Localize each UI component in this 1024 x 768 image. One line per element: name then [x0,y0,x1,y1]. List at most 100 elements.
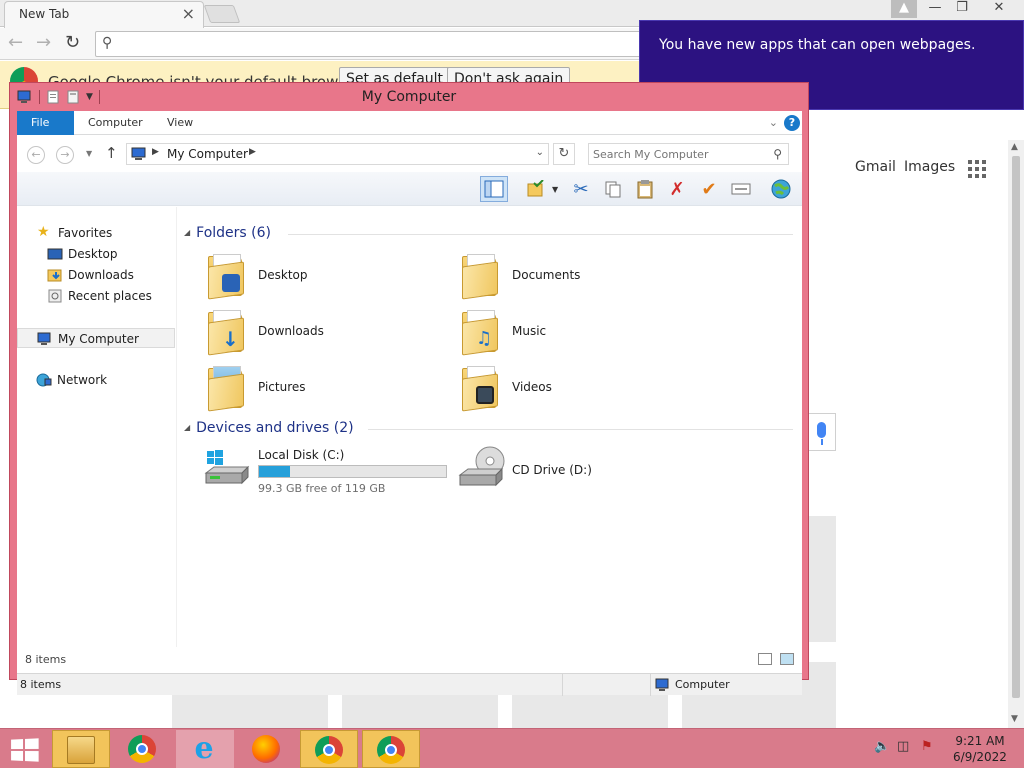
recent-locations-icon[interactable]: ▼ [86,149,92,158]
nav-network[interactable]: Network [17,370,175,390]
search-input[interactable] [593,146,763,162]
tab-view[interactable]: View [153,111,207,135]
gmail-link[interactable]: Gmail [855,159,896,175]
up-arrow-icon[interactable]: ↑ [105,144,118,162]
forward-icon[interactable]: → [56,146,74,164]
scroll-up-icon[interactable]: ▲ [1011,142,1018,152]
nav-downloads-label: Downloads [68,268,134,282]
most-visited-tile[interactable] [808,516,836,642]
forward-arrow-icon[interactable]: → [36,32,51,53]
local-disk-item[interactable]: Local Disk (C:) 99.3 GB free of 119 GB [204,447,454,497]
scroll-down-icon[interactable]: ▼ [1011,714,1018,724]
back-icon[interactable]: ← [27,146,45,164]
folder-item[interactable]: Documents [458,252,708,302]
minimize-button[interactable]: — [922,0,948,18]
taskbar-chrome-window[interactable] [362,730,420,768]
address-bar[interactable]: ▶ My Computer ▶ ⌄ [126,143,549,165]
user-icon[interactable]: ▲ [891,0,917,18]
chrome-icon [377,736,405,764]
chrome-tab[interactable]: New Tab × [4,1,204,28]
folder-item[interactable]: Desktop [204,252,454,302]
help-icon[interactable]: ? [784,115,800,131]
expand-ribbon-icon[interactable]: ⌄ [769,116,778,129]
close-icon[interactable]: × [182,4,195,23]
status-bar: 8 items Computer [17,673,802,696]
copy-button[interactable] [599,176,627,202]
checkmark-icon: ✔ [701,178,717,200]
action-center-icon[interactable]: ⚑ [921,739,933,754]
taskbar: e 🔈 ◫ ⚑ 9:21 AM 6/9/2022 [0,728,1024,768]
taskbar-chrome[interactable] [114,730,172,768]
taskbar-firefox[interactable] [238,730,296,768]
nav-desktop[interactable]: Desktop [17,244,175,264]
folder-check-icon [527,180,544,197]
window-title: My Computer [361,89,457,105]
back-arrow-icon[interactable]: ← [8,32,23,53]
delete-button[interactable]: ✗ [663,176,691,202]
folders-group-label: Folders (6) [196,225,271,241]
system-clock[interactable]: 9:21 AM 6/9/2022 [945,733,1015,765]
nav-favorites[interactable]: ★ Favorites [17,223,175,243]
search-icon: ⚲ [102,35,113,51]
volume-muted-icon[interactable]: 🔈 [874,739,890,754]
windows-logo-icon [11,738,40,762]
drive-free-space: 99.3 GB free of 119 GB [258,482,386,495]
folder-item[interactable]: Pictures [204,364,454,414]
paste-button[interactable] [631,176,659,202]
new-tab-button[interactable] [203,5,241,23]
reload-icon[interactable]: ↻ [65,32,80,53]
nav-recent-label: Recent places [68,289,152,303]
scissors-icon: ✂ [573,178,589,200]
chevron-right-icon[interactable]: ▶ [249,147,256,157]
select-folder-button[interactable] [522,176,550,202]
vertical-scrollbar[interactable]: ▲ ▼ [1008,140,1024,728]
network-tray-icon[interactable]: ◫ [897,739,909,754]
globe-button[interactable] [767,176,795,202]
properties-button[interactable] [727,176,755,202]
chevron-right-icon[interactable]: ▶ [152,147,159,157]
clock-date: 6/9/2022 [953,750,1007,764]
large-icons-view-icon[interactable] [780,653,794,665]
folder-label: Downloads [258,324,324,338]
drives-group-header[interactable]: ◢ Devices and drives (2) [184,420,354,436]
windows-drive-icon [204,450,250,485]
tab-file[interactable]: File [17,111,74,135]
folders-group-header[interactable]: ◢ Folders (6) [184,225,271,241]
details-view-icon[interactable] [758,653,772,665]
nav-recent-places[interactable]: Recent places [17,286,175,306]
collapse-triangle-icon[interactable]: ◢ [184,228,190,237]
refresh-icon[interactable]: ↻ [553,143,575,165]
collapse-triangle-icon[interactable]: ◢ [184,423,190,432]
omnibox[interactable]: ⚲ [95,31,655,57]
close-window-button[interactable]: ✕ [986,0,1012,18]
apps-grid-icon[interactable] [968,160,986,178]
images-link[interactable]: Images [904,159,955,175]
taskbar-file-explorer[interactable] [52,730,110,768]
recent-places-icon [48,289,62,303]
rename-button[interactable]: ✔ [695,176,723,202]
nav-favorites-label: Favorites [58,226,113,240]
folder-item[interactable]: Videos [458,364,708,414]
chevron-down-icon[interactable]: ▼ [552,185,558,194]
search-box[interactable]: ⚲ [588,143,789,165]
taskbar-chrome-window[interactable] [300,730,358,768]
taskbar-internet-explorer[interactable]: e [176,730,234,768]
folder-item[interactable]: ♫ Music [458,308,708,358]
preview-pane-button[interactable] [480,176,508,202]
folder-item[interactable]: ↓ Downloads [204,308,454,358]
scrollbar-thumb[interactable] [1012,156,1020,698]
explorer-titlebar[interactable]: ▼ My Computer [10,83,808,111]
explorer-window: ▼ My Computer File Computer View ⌄ ? ← →… [9,82,809,696]
view-toggle [758,653,794,665]
clock-time: 9:21 AM [955,734,1005,748]
nav-downloads[interactable]: Downloads [17,265,175,285]
cd-drive-item[interactable]: CD Drive (D:) [458,446,708,497]
cut-button[interactable]: ✂ [567,176,595,202]
tab-computer[interactable]: Computer [74,111,157,135]
restore-button[interactable]: ❐ [949,0,975,18]
start-button[interactable] [0,730,50,768]
desktop-icon [47,248,63,260]
microphone-icon[interactable] [808,413,836,451]
nav-my-computer[interactable]: My Computer [17,328,175,348]
chevron-down-icon[interactable]: ⌄ [536,147,544,158]
